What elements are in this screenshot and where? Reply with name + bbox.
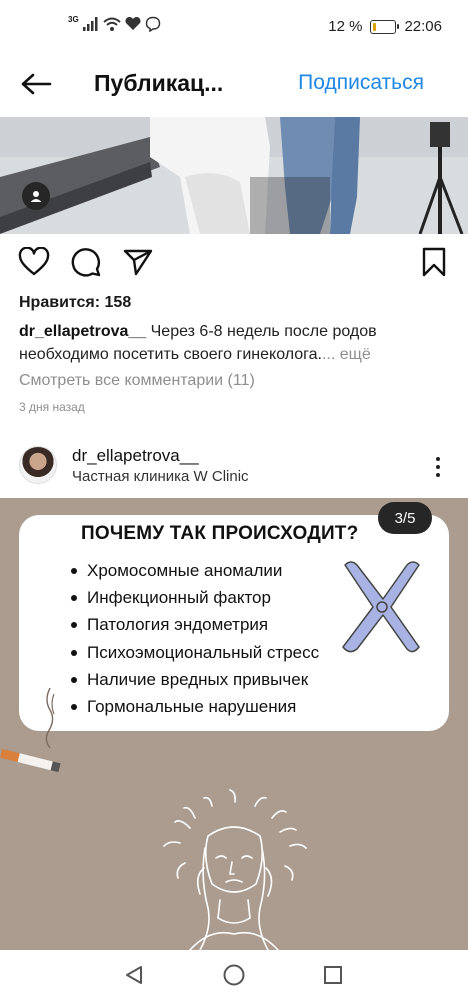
list-item: Гормональные нарушения <box>71 693 319 720</box>
chromosome-icon <box>342 561 420 653</box>
square-recents-icon <box>324 966 342 984</box>
post-actions <box>0 240 468 284</box>
clock: 22:06 <box>404 18 442 35</box>
network-type-label: 3G <box>68 14 79 24</box>
battery-icon <box>370 19 400 34</box>
slide-counter: 3/5 <box>378 502 432 534</box>
status-icons-left: 3G <box>68 14 161 32</box>
caption-author[interactable]: dr_ellapetrova__ <box>19 323 146 340</box>
list-item: Хромосомные аномалии <box>71 557 319 584</box>
page-title: Публикац... <box>94 70 224 96</box>
menu-dot <box>436 473 440 477</box>
app-bar: Публикац... Подписаться <box>0 56 468 114</box>
more-vertical-icon <box>436 457 440 461</box>
back-button[interactable] <box>18 68 54 100</box>
nav-back-button[interactable] <box>121 962 147 988</box>
system-nav-bar <box>0 950 468 1000</box>
stressed-woman-illustration <box>163 789 307 950</box>
bookmark-icon <box>422 247 446 277</box>
post-timestamp: 3 дня назад <box>19 400 85 414</box>
more-link[interactable]: ... ещё <box>322 346 371 363</box>
list-item: Инфекционный фактор <box>71 584 319 611</box>
subscribe-button[interactable]: Подписаться <box>298 71 424 95</box>
carousel-slide[interactable]: ПОЧЕМУ ТАК ПРОИСХОДИТ? Хромосомные анома… <box>0 498 468 950</box>
status-icons-right: 12 % 22:06 <box>328 18 442 35</box>
battery-fill <box>373 22 377 31</box>
avatar[interactable] <box>19 446 57 484</box>
post-caption: dr_ellapetrova__ Через 6-8 недель после … <box>19 320 449 366</box>
signal-icon <box>82 17 98 31</box>
like-button[interactable] <box>16 244 52 280</box>
heart-icon <box>18 247 50 276</box>
next-post-username[interactable]: dr_ellapetrova__ <box>72 446 199 466</box>
menu-dot <box>436 465 440 469</box>
slide-title: ПОЧЕМУ ТАК ПРОИСХОДИТ? <box>81 523 359 544</box>
nav-recents-button[interactable] <box>320 962 346 988</box>
photo-illustration <box>0 117 468 234</box>
save-button[interactable] <box>416 244 452 280</box>
circle-home-icon <box>223 964 245 986</box>
data-saver-icon <box>125 17 141 30</box>
list-item: Наличие вредных привычек <box>71 666 319 693</box>
arrow-left-icon <box>21 73 52 95</box>
view-comments-link[interactable]: Смотреть все комментарии (11) <box>19 372 255 390</box>
tagged-users-button[interactable] <box>22 182 50 210</box>
likes-count[interactable]: Нравится: 158 <box>19 294 131 312</box>
list-item: Психоэмоциональный стресс <box>71 639 319 666</box>
nav-home-button[interactable] <box>221 962 247 988</box>
send-icon <box>123 249 153 276</box>
comment-button[interactable] <box>68 244 104 280</box>
battery-percent: 12 % <box>328 18 363 35</box>
wifi-icon <box>103 17 121 31</box>
post-photo[interactable] <box>0 117 468 234</box>
share-button[interactable] <box>120 244 156 280</box>
triangle-back-icon <box>126 966 142 984</box>
cigarette-icon <box>0 688 61 773</box>
comment-icon <box>71 248 101 277</box>
next-post-location[interactable]: Частная клиника W Clinic <box>72 468 249 485</box>
list-item: Патология эндометрия <box>71 611 319 638</box>
next-post-header: dr_ellapetrova__ Частная клиника W Clini… <box>0 440 468 496</box>
info-card: ПОЧЕМУ ТАК ПРОИСХОДИТ? Хромосомные анома… <box>19 515 449 731</box>
viber-icon <box>145 16 160 32</box>
status-bar: 3G 12 % 22:06 <box>0 0 468 56</box>
reasons-list: Хромосомные аномалии Инфекционный фактор… <box>71 557 319 720</box>
user-tag-icon <box>30 191 42 202</box>
post-menu-button[interactable] <box>428 452 448 482</box>
